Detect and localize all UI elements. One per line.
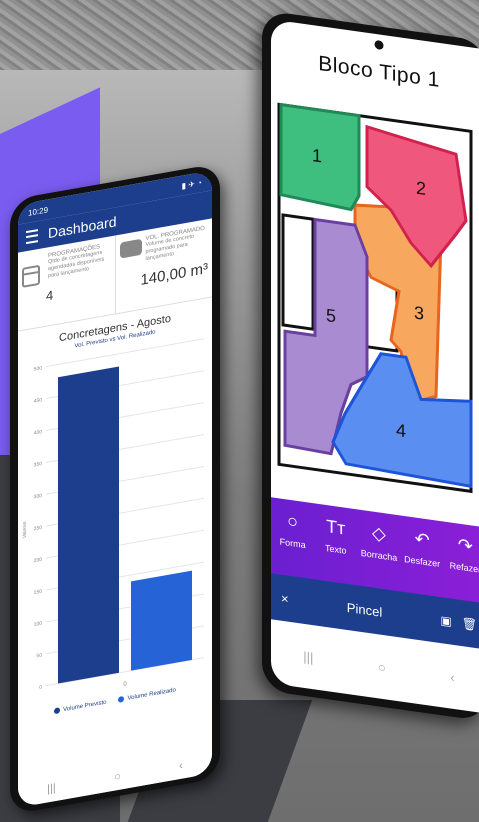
recent-apps-button[interactable]: ||| bbox=[47, 782, 56, 796]
tool-label: Borracha bbox=[360, 547, 398, 564]
y-tick-label: 400 bbox=[34, 429, 43, 436]
tool-refazer[interactable]: ↷ Refazer bbox=[445, 534, 479, 576]
redo-icon: ↷ bbox=[457, 534, 473, 557]
home-button[interactable]: ○ bbox=[114, 770, 121, 783]
region-4-label: 4 bbox=[396, 420, 406, 441]
dashboard-screen: 10:29 ▮ ✈ ◔ Dashboard PROGRAMAÇÕES Qtde … bbox=[18, 170, 212, 808]
kpi-value: 140,00 m³ bbox=[140, 260, 208, 289]
tool-desfazer[interactable]: ↶ Desfazer bbox=[402, 528, 442, 570]
calendar-icon bbox=[22, 264, 40, 288]
shape-icon: ○ bbox=[287, 510, 299, 533]
phone-editor: Bloco Tipo 1 1 2 3 4 5 ○ Forma Tт Texto … bbox=[262, 10, 479, 722]
tool-label: Refazer bbox=[449, 560, 479, 575]
floor-plan-svg: 1 2 3 4 5 bbox=[277, 102, 473, 494]
bar-chart-svg: 0 50 100 150 200 250 300 350 400 450 500 Valores 0 bbox=[22, 338, 204, 691]
text-icon: Tт bbox=[326, 516, 346, 539]
eraser-icon: ◇ bbox=[372, 522, 386, 545]
y-tick-label: 50 bbox=[36, 652, 42, 659]
tool-label: Texto bbox=[325, 542, 347, 556]
undo-icon: ↶ bbox=[414, 528, 430, 551]
close-icon[interactable]: × bbox=[281, 590, 289, 606]
y-tick-label: 100 bbox=[34, 621, 43, 628]
back-button[interactable]: ‹ bbox=[179, 760, 183, 773]
y-tick-label: 250 bbox=[34, 525, 43, 532]
region-2-label: 2 bbox=[416, 178, 426, 199]
region-5-label: 5 bbox=[326, 305, 336, 326]
tool-label: Forma bbox=[279, 536, 306, 551]
kpi-value: 4 bbox=[46, 287, 54, 304]
region-1-label: 1 bbox=[312, 145, 322, 166]
bar-chart: 0 50 100 150 200 250 300 350 400 450 500 Valores 0 bbox=[18, 331, 212, 710]
y-tick-label: 350 bbox=[34, 461, 43, 468]
status-time: 10:29 bbox=[28, 204, 49, 218]
tool-forma[interactable]: ○ Forma bbox=[273, 509, 313, 551]
legend-label: Volume Previsto bbox=[63, 699, 107, 714]
front-camera bbox=[374, 39, 384, 51]
y-axis-label: Valores bbox=[22, 521, 28, 539]
tool-texto[interactable]: Tт Texto bbox=[316, 516, 356, 558]
menu-icon[interactable] bbox=[26, 228, 38, 244]
tool-label: Desfazer bbox=[404, 553, 441, 570]
x-tick-label: 0 bbox=[123, 681, 127, 688]
trash-icon[interactable]: 🗑 bbox=[462, 616, 477, 632]
tool-borracha[interactable]: ◇ Borracha bbox=[359, 522, 399, 564]
y-tick-label: 450 bbox=[34, 397, 43, 404]
gallery-icon[interactable]: ▣ bbox=[440, 613, 451, 629]
bar-volume-previsto bbox=[58, 366, 119, 684]
opening bbox=[281, 213, 315, 331]
concrete-truck-icon bbox=[119, 238, 142, 259]
y-tick-label: 300 bbox=[34, 493, 43, 500]
recent-apps-button[interactable]: ||| bbox=[303, 648, 313, 664]
brush-mode-label[interactable]: Pincel bbox=[347, 599, 382, 619]
editor-screen: Bloco Tipo 1 1 2 3 4 5 ○ Forma Tт Texto … bbox=[271, 19, 479, 714]
kpi-card-volume[interactable]: VOL. PROGRAMADO Volume de concreto progr… bbox=[114, 218, 212, 314]
kpi-card-programacoes[interactable]: PROGRAMAÇÕES Qtde de concretagens agenda… bbox=[18, 236, 115, 331]
status-icons: ▮ ✈ ◔ bbox=[181, 177, 202, 191]
y-tick-label: 150 bbox=[34, 589, 43, 596]
bar-volume-realizado bbox=[131, 570, 192, 671]
y-tick-label: 500 bbox=[34, 365, 43, 372]
home-button[interactable]: ○ bbox=[378, 659, 386, 675]
region-3-label: 3 bbox=[414, 302, 424, 323]
y-tick-label: 0 bbox=[39, 684, 42, 690]
back-button[interactable]: ‹ bbox=[450, 669, 454, 685]
phone-dashboard: 10:29 ▮ ✈ ◔ Dashboard PROGRAMAÇÕES Qtde … bbox=[10, 162, 220, 816]
drawing-canvas[interactable]: 1 2 3 4 5 bbox=[271, 73, 479, 523]
gridline bbox=[46, 338, 204, 368]
y-tick-label: 200 bbox=[34, 557, 43, 564]
